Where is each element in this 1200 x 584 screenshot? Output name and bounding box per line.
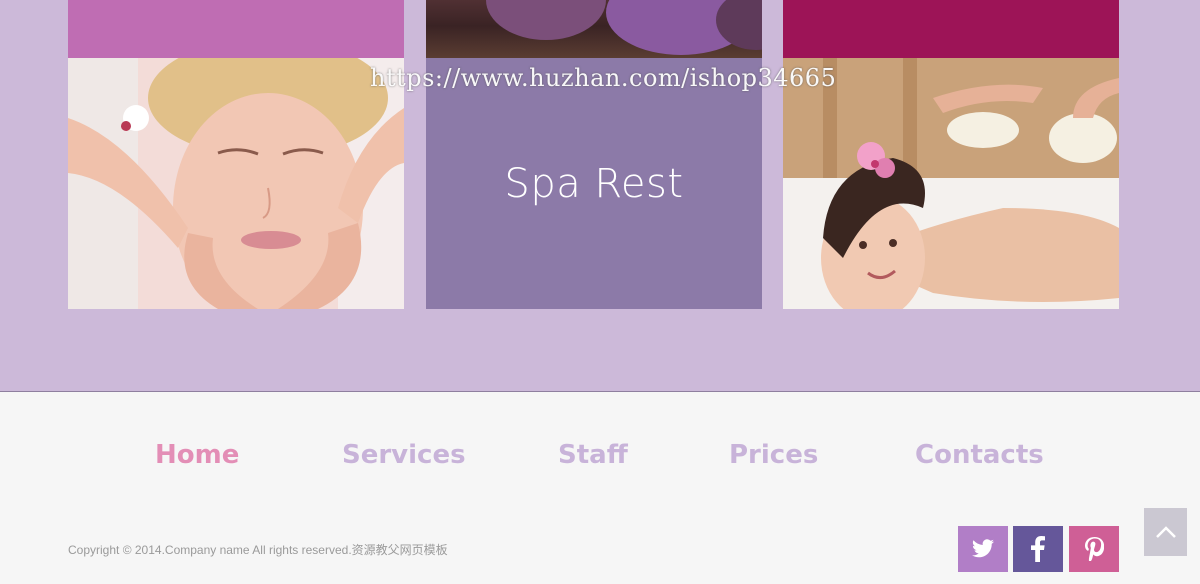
magenta-color-band bbox=[783, 0, 1119, 58]
nav-item-staff[interactable]: Staff bbox=[558, 440, 628, 470]
pink-color-band bbox=[68, 0, 404, 58]
pinterest-button[interactable] bbox=[1069, 526, 1119, 572]
chevron-up-icon bbox=[1155, 526, 1176, 538]
nav-item-contacts[interactable]: Contacts bbox=[915, 440, 1044, 470]
spa-rest-title: Spa Rest bbox=[504, 160, 684, 207]
pinterest-icon bbox=[1085, 537, 1104, 561]
hero-section: Spa Rest https://www.huzhan.com/ishop346… bbox=[0, 0, 1200, 392]
spa-rest-panel[interactable]: Spa Rest bbox=[426, 58, 762, 309]
facebook-icon bbox=[1031, 536, 1045, 562]
back-massage-photo bbox=[783, 58, 1119, 309]
gallery-column-2: Spa Rest bbox=[426, 0, 762, 309]
twitter-icon bbox=[972, 539, 994, 558]
gallery-column-1 bbox=[68, 0, 404, 309]
nav-item-services[interactable]: Services bbox=[342, 440, 466, 470]
twitter-button[interactable] bbox=[958, 526, 1008, 572]
facial-massage-photo bbox=[68, 58, 404, 309]
watermark-url: https://www.huzhan.com/ishop34665 bbox=[370, 64, 837, 92]
gallery-column-3 bbox=[783, 0, 1119, 309]
facebook-button[interactable] bbox=[1013, 526, 1063, 572]
copyright-text: Copyright © 2014.Company name All rights… bbox=[68, 543, 448, 557]
nav-item-home[interactable]: Home bbox=[155, 440, 239, 470]
footer-navigation: Home Services Staff Prices Contacts bbox=[0, 440, 1200, 480]
scroll-to-top-button[interactable] bbox=[1144, 508, 1187, 556]
spa-stones-photo-band bbox=[426, 0, 762, 58]
nav-item-prices[interactable]: Prices bbox=[729, 440, 818, 470]
